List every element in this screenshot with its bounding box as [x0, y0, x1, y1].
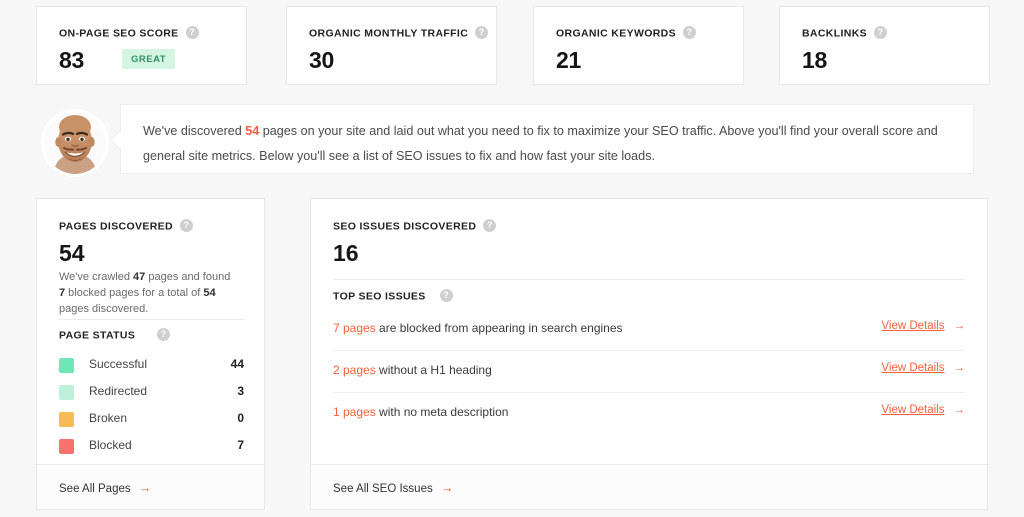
issue-count: 2 pages [333, 363, 376, 377]
view-details-link[interactable]: View Details → [881, 404, 965, 416]
intro-message-bubble: We've discovered 54 pages on your site a… [120, 104, 974, 174]
panel-title-seo-issues-discovered: SEO ISSUES DISCOVERED? [333, 219, 497, 233]
help-icon[interactable]: ? [483, 219, 497, 232]
status-row-redirected: Redirected 3 [59, 382, 244, 403]
metric-value: 83 [59, 47, 84, 73]
seo-issues-panel: SEO ISSUES DISCOVERED? 16 TOP SEO ISSUES… [310, 198, 988, 510]
divider [333, 279, 965, 280]
metric-label: ORGANIC MONTHLY TRAFFIC? [309, 26, 489, 40]
issue-description: 7 pages are blocked from appearing in se… [333, 321, 623, 335]
dashboard-root: ON-PAGE SEO SCORE? 83 GREAT ORGANIC MONT… [0, 0, 1024, 517]
status-label: Redirected [89, 384, 148, 398]
status-count: 44 [230, 357, 244, 371]
issue-description: 2 pages without a H1 heading [333, 363, 492, 377]
intro-message-text: We've discovered 54 pages on your site a… [143, 124, 938, 163]
status-count: 3 [237, 384, 244, 398]
see-all-pages-link[interactable]: See All Pages → [59, 480, 152, 495]
issue-row: 1 pages with no meta description View De… [333, 393, 965, 435]
status-color-swatch [59, 412, 74, 427]
crawl-summary-text: We've crawled 47 pages and found 7 block… [59, 271, 231, 315]
metric-label: ORGANIC KEYWORDS? [556, 26, 696, 40]
issue-count: 1 pages [333, 405, 376, 419]
status-color-swatch [59, 358, 74, 373]
issue-row: 2 pages without a H1 heading View Detail… [333, 351, 965, 393]
panel-title-page-status: PAGE STATUS? [59, 328, 171, 342]
issue-row: 7 pages are blocked from appearing in se… [333, 309, 965, 351]
metric-card-backlinks: BACKLINKS? 18 [779, 6, 990, 85]
status-label: Successful [89, 357, 148, 371]
help-icon[interactable]: ? [475, 26, 489, 39]
help-icon[interactable]: ? [873, 26, 887, 39]
metric-value: 18 [802, 47, 827, 73]
pages-panel-footer: See All Pages → [37, 464, 264, 509]
metric-label: ON-PAGE SEO SCORE? [59, 26, 199, 40]
view-details-link[interactable]: View Details → [881, 320, 965, 332]
arrow-right-icon: → [138, 480, 152, 495]
seo-issues-value: 16 [333, 240, 359, 266]
panel-title-top-seo-issues: TOP SEO ISSUES? [333, 289, 453, 303]
status-count: 0 [237, 411, 244, 425]
view-details-link[interactable]: View Details → [881, 362, 965, 374]
help-icon[interactable]: ? [439, 289, 453, 302]
status-label: Blocked [89, 438, 132, 452]
issue-description: 1 pages with no meta description [333, 405, 509, 419]
help-icon[interactable]: ? [157, 328, 171, 341]
metric-card-organic-monthly-traffic: ORGANIC MONTHLY TRAFFIC? 30 [286, 6, 497, 85]
metric-card-organic-keywords: ORGANIC KEYWORDS? 21 [533, 6, 744, 85]
status-row-blocked: Blocked 7 [59, 436, 244, 457]
metric-label: BACKLINKS? [802, 26, 887, 40]
see-all-seo-issues-link[interactable]: See All SEO Issues → [333, 480, 454, 495]
pages-discovered-panel: PAGES DISCOVERED? 54 We've crawled 47 pa… [36, 198, 265, 510]
avatar [44, 112, 106, 174]
arrow-right-icon: → [953, 362, 966, 374]
intro-banner: We've discovered 54 pages on your site a… [44, 104, 974, 174]
status-row-broken: Broken 0 [59, 409, 244, 430]
divider [59, 319, 244, 320]
pages-discovered-value: 54 [59, 240, 85, 266]
status-label: Broken [89, 411, 128, 425]
status-count: 7 [237, 438, 244, 452]
help-icon[interactable]: ? [185, 26, 199, 39]
metric-card-on-page-seo-score: ON-PAGE SEO SCORE? 83 GREAT [36, 6, 247, 85]
metric-value: 30 [309, 47, 334, 73]
help-icon[interactable]: ? [682, 26, 696, 39]
seo-issues-panel-footer: See All SEO Issues → [311, 464, 987, 509]
status-color-swatch [59, 385, 74, 400]
arrow-right-icon: → [953, 320, 966, 332]
status-badge: GREAT [122, 49, 176, 69]
status-row-successful: Successful 44 [59, 355, 244, 376]
metric-value: 21 [556, 47, 581, 73]
arrow-right-icon: → [953, 404, 966, 416]
issue-count: 7 pages [333, 321, 376, 335]
panel-title-pages-discovered: PAGES DISCOVERED? [59, 219, 193, 233]
avatar-photo-icon [44, 112, 106, 174]
arrow-right-icon: → [440, 480, 454, 495]
status-color-swatch [59, 439, 74, 454]
help-icon[interactable]: ? [179, 219, 193, 232]
